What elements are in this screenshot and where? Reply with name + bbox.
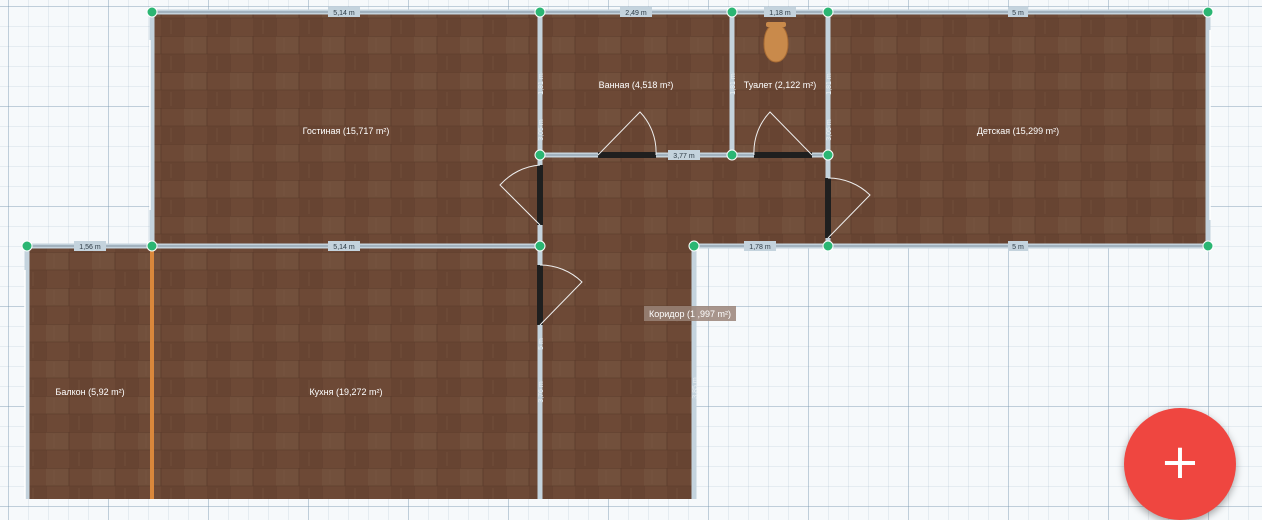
node[interactable] (688, 240, 700, 252)
dim-mid-kitchen: 5,14 m (333, 244, 355, 251)
room-label-toilet[interactable]: Туалет (2,122 m²) (744, 80, 817, 90)
node[interactable] (1202, 6, 1214, 18)
room-label-bath[interactable]: Ванная (4,518 m²) (599, 80, 674, 90)
dim-v-corridor-left: 3,76 m (538, 381, 545, 403)
node[interactable] (1202, 240, 1214, 252)
node[interactable] (726, 6, 738, 18)
floor-plan-canvas[interactable]: 5,14 m 2,49 m 1,18 m 5 m 1,56 m 5,14 m 1… (0, 0, 1262, 499)
node[interactable] (822, 149, 834, 161)
room-kitchen-floor[interactable] (152, 246, 540, 499)
node[interactable] (21, 240, 33, 252)
dim-top-bath: 2,49 m (625, 10, 647, 17)
dim-v-corridor-mid: 5 m (538, 338, 545, 350)
dim-top-living: 5,14 m (333, 10, 355, 17)
node[interactable] (822, 6, 834, 18)
door-living[interactable] (537, 165, 543, 225)
node[interactable] (146, 6, 158, 18)
node[interactable] (534, 6, 546, 18)
dim-bath-bottom: 3,77 m (673, 153, 695, 160)
node[interactable] (822, 240, 834, 252)
node[interactable] (534, 240, 546, 252)
plus-icon: + (1159, 434, 1201, 490)
room-label-kids[interactable]: Детская (15,299 m²) (977, 126, 1059, 136)
add-button[interactable]: + (1124, 408, 1236, 520)
room-balcony-floor[interactable] (27, 246, 152, 499)
dim-v-bath-left-bottom: 3,05 m (538, 119, 545, 141)
room-corridor-floor-lower[interactable] (540, 246, 694, 499)
dim-top-toilet: 1,18 m (769, 10, 791, 17)
door-toilet[interactable] (754, 152, 812, 158)
dim-v-toilet-left: 1,81 m (730, 73, 737, 95)
dim-v-toilet-right: 1,81 m (826, 73, 833, 95)
dim-mid-kids: 5 m (1012, 244, 1024, 251)
room-corridor-floor[interactable] (540, 155, 828, 246)
dim-v-bath-left-top: 1,81 m (538, 73, 545, 95)
door-bath[interactable] (598, 152, 656, 158)
door-kitchen[interactable] (537, 265, 543, 325)
node[interactable] (146, 240, 158, 252)
node[interactable] (726, 149, 738, 161)
dim-v-kids-left: 3,05 m (826, 119, 833, 141)
room-label-kitchen[interactable]: Кухня (19,272 m²) (309, 387, 382, 397)
dim-v-corridor-right: 3,85 m (692, 377, 699, 399)
dim-mid-corridor: 1,78 m (749, 244, 771, 251)
room-label-living[interactable]: Гостиная (15,717 m²) (303, 126, 390, 136)
dim-top-kids: 5 m (1012, 10, 1024, 17)
node[interactable] (534, 149, 546, 161)
room-label-balcony[interactable]: Балкон (5,92 m²) (55, 387, 124, 397)
room-label-corridor[interactable]: Коридор (1 ,997 m²) (649, 309, 731, 319)
dim-mid-balcony: 1,56 m (79, 244, 101, 251)
door-kids[interactable] (825, 178, 831, 238)
